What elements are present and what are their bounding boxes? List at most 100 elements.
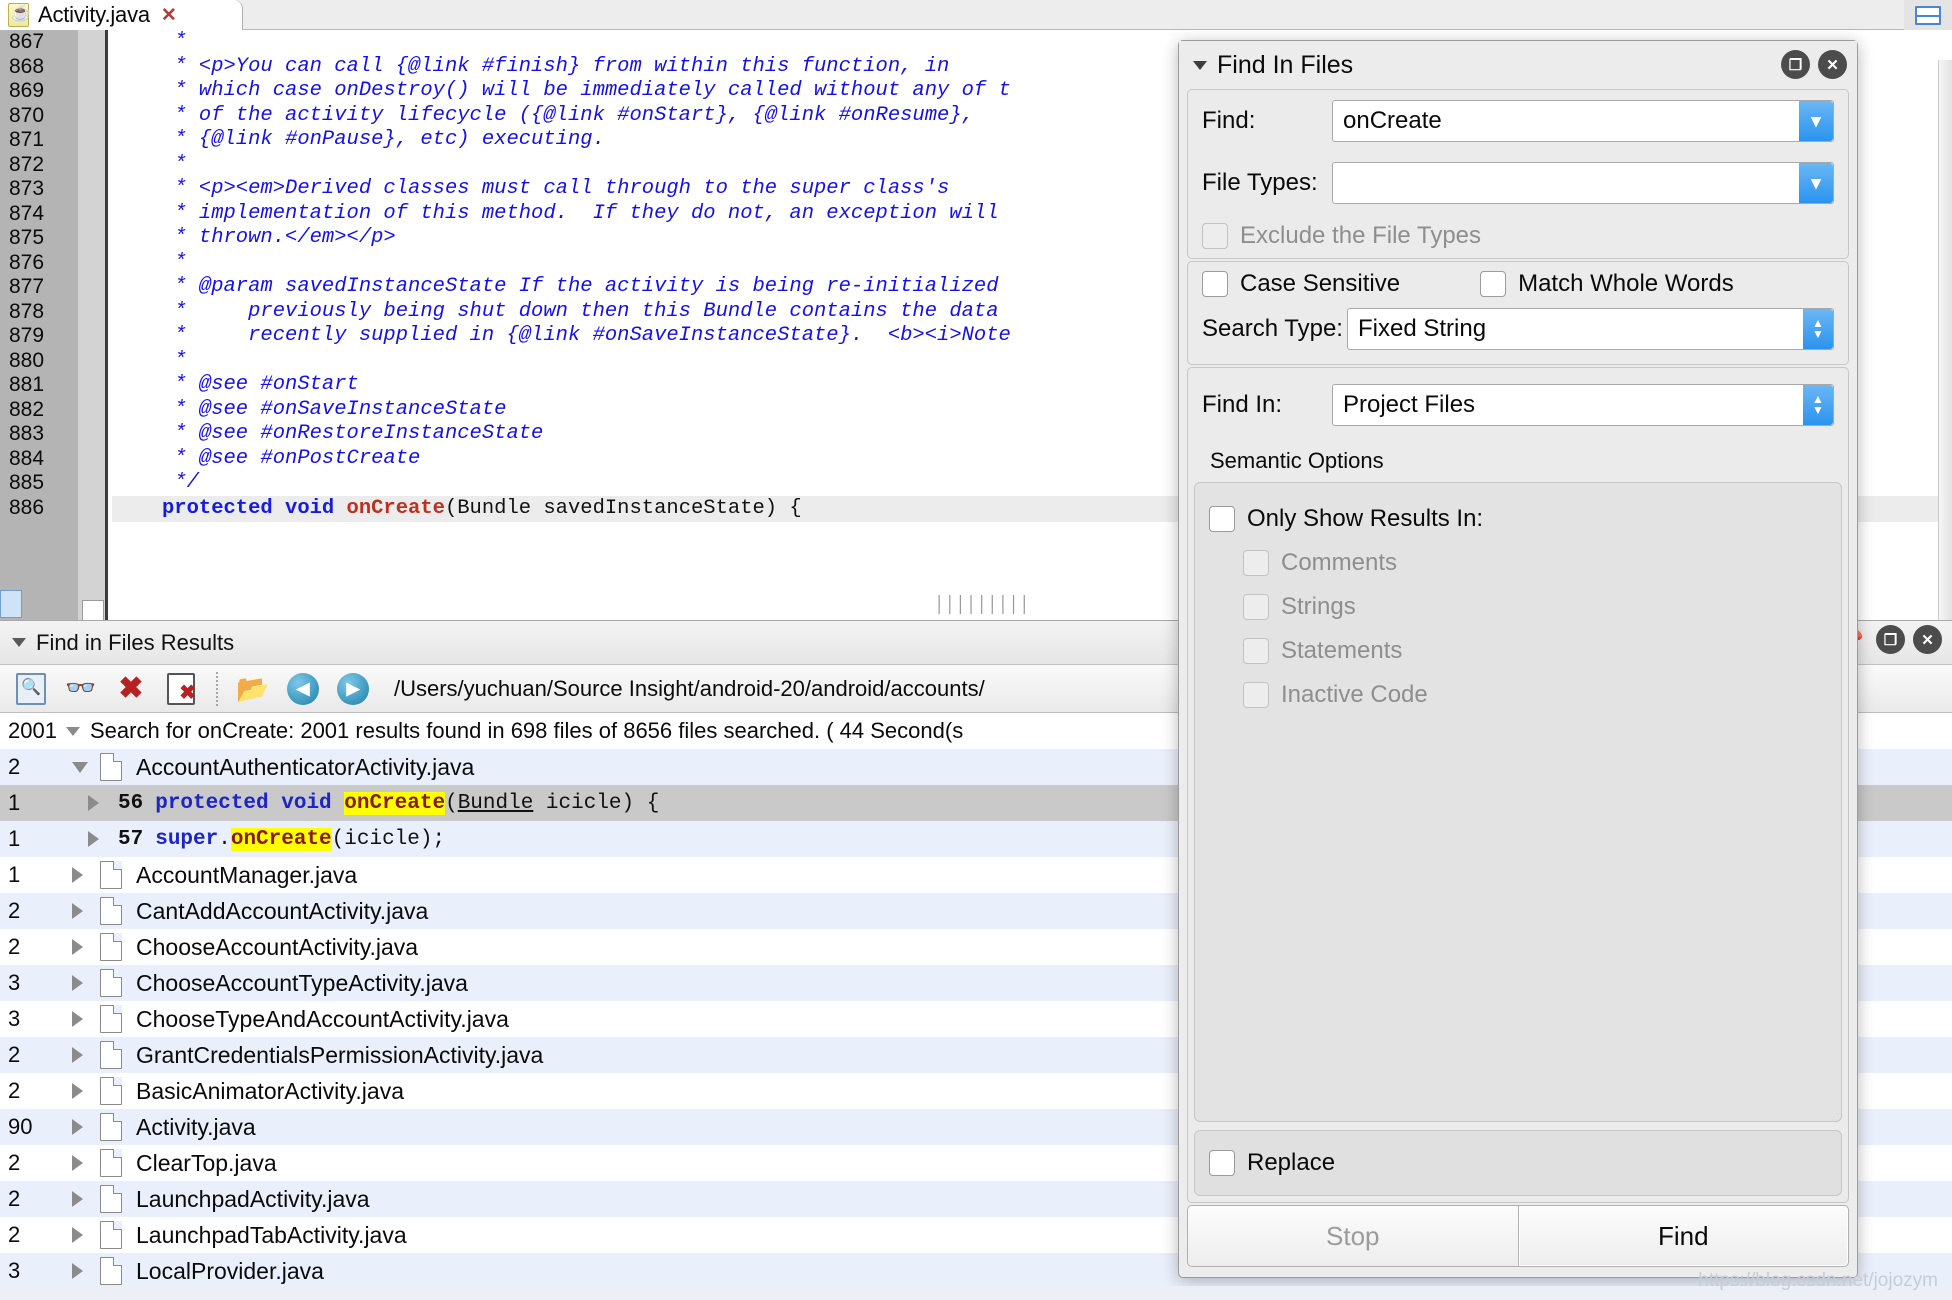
java-file-icon <box>8 3 31 27</box>
row-match-count: 3 <box>8 1006 21 1031</box>
match-whole-words-checkbox[interactable] <box>1480 271 1507 297</box>
find-in-select[interactable]: Project Files ▲ ▼ <box>1332 384 1834 426</box>
line-number: 871 <box>9 128 45 151</box>
chevron-right-icon[interactable] <box>72 1119 83 1135</box>
file-name: LaunchpadTabActivity.java <box>136 1221 407 1248</box>
line-number: 869 <box>9 79 45 102</box>
disclosure-cell <box>60 1047 100 1063</box>
tab-activity-java[interactable]: Activity.java ✕ <box>0 0 243 30</box>
find-in-value: Project Files <box>1343 391 1476 418</box>
line-number: 868 <box>9 54 45 78</box>
line-number: 873 <box>9 177 45 200</box>
restore-icon[interactable]: ❐ <box>1876 625 1905 654</box>
find-input[interactable]: onCreate ▾ <box>1332 100 1834 142</box>
binoculars-icon[interactable]: 👓 <box>58 669 104 709</box>
disclosure-cell <box>60 1155 100 1171</box>
chevron-right-icon[interactable] <box>72 1011 83 1027</box>
exclude-file-types-row[interactable]: Exclude the File Types <box>1188 214 1848 258</box>
semantic-option-checkbox-inactive-code[interactable] <box>1243 682 1269 708</box>
chevron-right-icon[interactable] <box>72 903 83 919</box>
line-number: 867 <box>9 30 45 53</box>
exclude-file-types-checkbox[interactable] <box>1202 223 1228 249</box>
semantic-option-checkbox-statements[interactable] <box>1243 638 1269 664</box>
chevron-down-icon[interactable]: ▾ <box>1799 101 1833 141</box>
editor-bookmark-marker[interactable] <box>0 590 22 618</box>
chevron-down-icon[interactable] <box>72 761 88 773</box>
replace-row[interactable]: Replace <box>1195 1141 1841 1185</box>
find-label: Find: <box>1202 107 1256 134</box>
results-panel-title: Find in Files Results <box>36 629 235 655</box>
chevron-right-icon[interactable] <box>72 1047 83 1063</box>
find-in-files-dialog[interactable]: Find In Files ❐ ✕ Find: onCreate ▾ File … <box>1178 40 1858 1278</box>
semantic-sub-options: Comments Strings Statements Inactive Code <box>1195 541 1841 717</box>
close-icon[interactable]: ✕ <box>1818 50 1847 79</box>
only-show-results-checkbox[interactable] <box>1209 506 1235 532</box>
only-show-results-row[interactable]: Only Show Results In: <box>1195 497 1841 541</box>
match-code-line: 57 super.onCreate(icicle); <box>118 827 446 851</box>
semantic-option-label: Comments <box>1281 549 1398 576</box>
file-types-row: File Types: ▾ <box>1188 152 1848 214</box>
chevron-right-icon[interactable] <box>72 939 83 955</box>
close-icon[interactable]: ✕ <box>161 6 177 25</box>
line-number: 884 <box>9 446 45 470</box>
close-icon[interactable]: ✕ <box>1913 625 1942 654</box>
chevron-right-icon[interactable] <box>72 1227 83 1243</box>
chevron-right-icon[interactable] <box>72 1263 83 1279</box>
chevron-down-icon[interactable]: ▾ <box>1799 163 1833 203</box>
semantic-option-label: Inactive Code <box>1281 681 1428 708</box>
chevron-right-icon[interactable] <box>72 1083 83 1099</box>
semantic-option-row[interactable]: Statements <box>1195 629 1841 673</box>
open-folder-icon[interactable]: 📂 <box>230 669 276 709</box>
chevron-right-icon[interactable] <box>72 1191 83 1207</box>
find-button[interactable]: Find <box>1517 1205 1849 1267</box>
editor-fold-marker[interactable] <box>82 600 104 620</box>
semantic-option-row[interactable]: Comments <box>1195 541 1841 585</box>
line-number: 885 <box>9 471 45 494</box>
chevron-down-icon[interactable] <box>66 726 80 736</box>
file-name: Activity.java <box>136 1113 256 1140</box>
file-icon <box>100 1041 122 1069</box>
chevron-right-icon[interactable] <box>88 831 99 847</box>
case-sensitive-checkbox[interactable] <box>1202 271 1228 297</box>
line-number-column: 867 868 869 870 871 872 873 874 875 876 877 878 879 8… <box>0 30 78 520</box>
chevron-right-icon[interactable] <box>72 1155 83 1171</box>
search-type-select[interactable]: Fixed String ▲ ▼ <box>1347 308 1834 350</box>
search-in-results-icon[interactable] <box>8 669 54 709</box>
only-show-results-label: Only Show Results In: <box>1247 505 1484 532</box>
semantic-option-row[interactable]: Strings <box>1195 585 1841 629</box>
replace-checkbox[interactable] <box>1209 1150 1235 1176</box>
line-number: 876 <box>9 250 45 274</box>
file-icon <box>100 1113 122 1141</box>
restore-icon[interactable]: ❐ <box>1781 50 1810 79</box>
disclosure-cell <box>60 939 100 955</box>
split-view-toggle[interactable] <box>1904 0 1952 30</box>
clear-icon[interactable]: ✖ <box>108 669 154 709</box>
clear-all-icon[interactable] <box>158 669 204 709</box>
case-sensitive-label: Case Sensitive <box>1240 270 1401 297</box>
forward-arrow-icon[interactable]: ▶ <box>330 669 376 709</box>
chevron-down-icon[interactable] <box>12 638 26 647</box>
stepper-icon[interactable]: ▲ ▼ <box>1803 385 1833 425</box>
file-types-input[interactable]: ▾ <box>1332 162 1834 204</box>
search-type-row: Search Type: Fixed String ▲ ▼ <box>1188 306 1848 364</box>
file-name: AccountAuthenticatorActivity.java <box>136 753 475 780</box>
file-icon <box>100 753 122 781</box>
chevron-right-icon[interactable] <box>72 975 83 991</box>
editor-tab-bar: Activity.java ✕ <box>0 0 1952 30</box>
replace-label: Replace <box>1247 1149 1336 1176</box>
stop-button[interactable]: Stop <box>1187 1205 1518 1267</box>
row-match-count: 2 <box>8 1222 21 1247</box>
semantic-option-checkbox-comments[interactable] <box>1243 550 1269 576</box>
row-match-count: 2 <box>8 1150 21 1175</box>
stepper-icon[interactable]: ▲ ▼ <box>1803 309 1833 349</box>
chevron-down-icon[interactable] <box>1193 60 1207 70</box>
line-number: 870 <box>9 103 45 127</box>
semantic-option-row[interactable]: Inactive Code <box>1195 673 1841 717</box>
row-match-count: 2 <box>8 934 21 959</box>
chevron-right-icon[interactable] <box>72 867 83 883</box>
chevron-right-icon[interactable] <box>88 795 99 811</box>
line-number: 882 <box>9 397 45 421</box>
file-icon <box>100 1221 122 1249</box>
semantic-option-checkbox-strings[interactable] <box>1243 594 1269 620</box>
back-arrow-icon[interactable]: ◀ <box>280 669 326 709</box>
